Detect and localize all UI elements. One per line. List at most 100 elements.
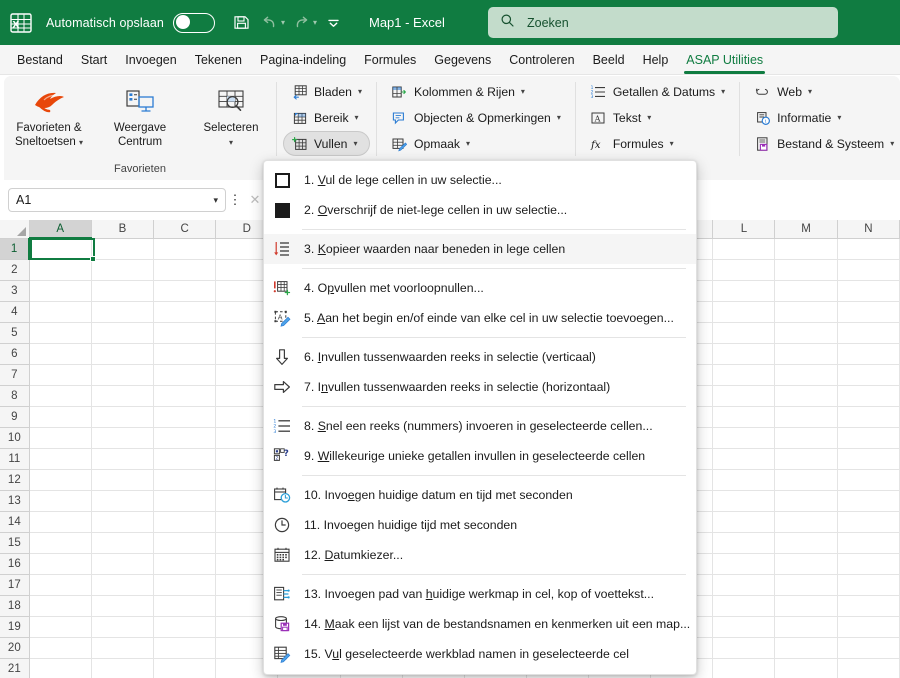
menu-item-11[interactable]: 11. Invoegen huidige tijd met seconden: [264, 510, 696, 540]
menu-item-1[interactable]: 1. Vul de lege cellen in uw selectie...: [264, 165, 696, 195]
cell-B8[interactable]: [91, 385, 155, 407]
row-header-8[interactable]: 8: [0, 385, 30, 407]
cell-M14[interactable]: [774, 511, 838, 533]
tab-start[interactable]: Start: [72, 49, 116, 71]
cell-B19[interactable]: [91, 616, 155, 638]
autosave-toggle[interactable]: [172, 12, 215, 33]
cell-B21[interactable]: [91, 658, 155, 678]
cell-L20[interactable]: [712, 637, 776, 659]
cell-A17[interactable]: [29, 574, 92, 596]
cell-L3[interactable]: [712, 280, 776, 302]
cell-M13[interactable]: [774, 490, 838, 512]
chevron-down-icon[interactable]: ▾: [557, 113, 561, 122]
chevron-down-icon[interactable]: ▾: [670, 139, 674, 148]
cell-A7[interactable]: [29, 364, 92, 386]
bereik-button[interactable]: Bereik ▾: [283, 105, 370, 130]
cell-N18[interactable]: [837, 595, 900, 617]
cell-L18[interactable]: [712, 595, 776, 617]
cell-B7[interactable]: [91, 364, 155, 386]
row-header-20[interactable]: 20: [0, 637, 30, 659]
cell-B5[interactable]: [91, 322, 155, 344]
menu-item-6[interactable]: 6. Invullen tussenwaarden reeks in selec…: [264, 342, 696, 372]
tab-controleren[interactable]: Controleren: [500, 49, 583, 71]
customize-quick-access-icon[interactable]: [321, 10, 347, 36]
cell-C16[interactable]: [153, 553, 217, 575]
chevron-down-icon[interactable]: ▾: [355, 113, 359, 122]
row-header-9[interactable]: 9: [0, 406, 30, 428]
tab-invoegen[interactable]: Invoegen: [116, 49, 185, 71]
cell-N19[interactable]: [837, 616, 900, 638]
menu-item-5[interactable]: A 5. Aan het begin en/of einde van elke c…: [264, 303, 696, 333]
cell-M7[interactable]: [774, 364, 838, 386]
cell-C17[interactable]: [153, 574, 217, 596]
cell-C1[interactable]: [153, 238, 217, 260]
menu-item-13[interactable]: 13. Invoegen pad van huidige werkmap in …: [264, 579, 696, 609]
save-icon[interactable]: [229, 10, 255, 36]
cell-B9[interactable]: [91, 406, 155, 428]
cell-L5[interactable]: [712, 322, 776, 344]
column-header-c[interactable]: C: [153, 220, 217, 239]
row-header-18[interactable]: 18: [0, 595, 30, 617]
menu-item-15[interactable]: 15. Vul geselecteerde werkblad namen in …: [264, 639, 696, 669]
cell-B2[interactable]: [91, 259, 155, 281]
cell-C4[interactable]: [153, 301, 217, 323]
cell-L14[interactable]: [712, 511, 776, 533]
cell-A3[interactable]: [29, 280, 92, 302]
vullen-button[interactable]: Vullen ▾: [283, 131, 370, 156]
row-header-7[interactable]: 7: [0, 364, 30, 386]
cell-A20[interactable]: [29, 637, 92, 659]
bestand-systeem-button[interactable]: Bestand & Systeem ▾: [746, 131, 900, 156]
tekst-button[interactable]: A Tekst ▾: [582, 105, 733, 130]
column-header-m[interactable]: M: [774, 220, 838, 239]
cell-N4[interactable]: [837, 301, 900, 323]
row-header-17[interactable]: 17: [0, 574, 30, 596]
menu-item-8[interactable]: 1 2 3 8. Snel een reeks (nummers) invoeren …: [264, 411, 696, 441]
cell-N7[interactable]: [837, 364, 900, 386]
cell-A14[interactable]: [29, 511, 92, 533]
undo-icon[interactable]: [257, 10, 283, 36]
chevron-down-icon[interactable]: ▾: [358, 87, 362, 96]
cell-A6[interactable]: [29, 343, 92, 365]
tab-bestand[interactable]: Bestand: [8, 49, 72, 71]
informatie-button[interactable]: i Informatie ▾: [746, 105, 900, 130]
cell-M1[interactable]: [774, 238, 838, 260]
cell-L1[interactable]: [712, 238, 776, 260]
cell-M9[interactable]: [774, 406, 838, 428]
select-all-corner[interactable]: [0, 220, 30, 239]
row-header-16[interactable]: 16: [0, 553, 30, 575]
menu-item-12[interactable]: 12. Datumkiezer...: [264, 540, 696, 570]
cell-C18[interactable]: [153, 595, 217, 617]
cell-L11[interactable]: [712, 448, 776, 470]
cell-C12[interactable]: [153, 469, 217, 491]
chevron-down-icon[interactable]: ▾: [837, 113, 841, 122]
cell-M20[interactable]: [774, 637, 838, 659]
cell-N2[interactable]: [837, 259, 900, 281]
cell-N15[interactable]: [837, 532, 900, 554]
row-header-19[interactable]: 19: [0, 616, 30, 638]
bladen-button[interactable]: Bladen ▾: [283, 79, 370, 104]
row-header-11[interactable]: 11: [0, 448, 30, 470]
cell-L2[interactable]: [712, 259, 776, 281]
menu-item-14[interactable]: 14. Maak een lijst van de bestandsnamen …: [264, 609, 696, 639]
undo-dropdown-chevron-icon[interactable]: ▾: [281, 18, 285, 27]
redo-dropdown-chevron-icon[interactable]: ▾: [313, 18, 317, 27]
cell-A12[interactable]: [29, 469, 92, 491]
cell-L15[interactable]: [712, 532, 776, 554]
tab-asap-utilities[interactable]: ASAP Utilities: [677, 49, 772, 74]
tab-gegevens[interactable]: Gegevens: [425, 49, 500, 71]
row-header-5[interactable]: 5: [0, 322, 30, 344]
cell-C2[interactable]: [153, 259, 217, 281]
web-button[interactable]: Web ▾: [746, 79, 900, 104]
menu-item-9[interactable]: 2? 9. Willekeurige unieke getallen invull…: [264, 441, 696, 471]
cell-B10[interactable]: [91, 427, 155, 449]
weergave-centrum-button[interactable]: Weergave Centrum: [95, 81, 185, 149]
cell-C19[interactable]: [153, 616, 217, 638]
menu-item-10[interactable]: 10. Invoegen huidige datum en tijd met s…: [264, 480, 696, 510]
cell-N12[interactable]: [837, 469, 900, 491]
cell-B11[interactable]: [91, 448, 155, 470]
row-header-3[interactable]: 3: [0, 280, 30, 302]
cell-M19[interactable]: [774, 616, 838, 638]
chevron-down-icon[interactable]: ▾: [890, 139, 894, 148]
cell-A8[interactable]: [29, 385, 92, 407]
column-header-a[interactable]: A: [29, 220, 92, 239]
